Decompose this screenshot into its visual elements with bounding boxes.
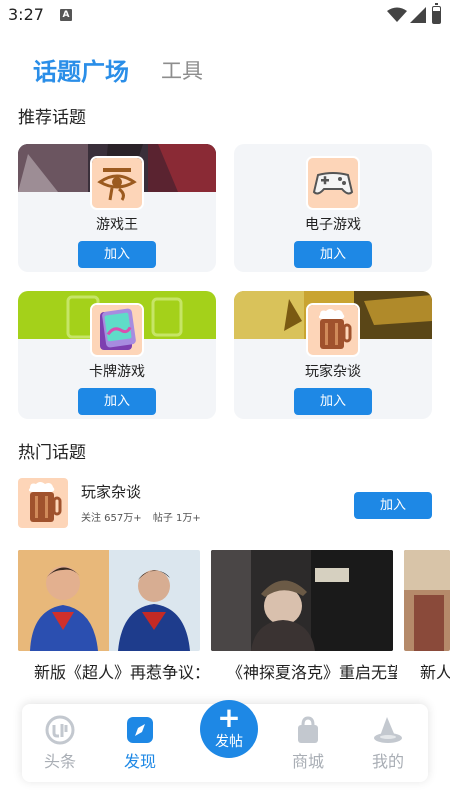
card-deck-icon (90, 303, 144, 357)
tab-tools[interactable]: 工具 (161, 55, 203, 85)
post-title: 新版《超人》再惹争议：导演承认讲的是移 (34, 663, 204, 682)
recommended-section-title: 推荐话题 (18, 108, 86, 128)
bottom-navigation: 头条 发现 + 发帖 商城 我的 (22, 700, 428, 782)
topic-card-player-chat[interactable]: 玩家杂谈 加入 (234, 291, 432, 419)
join-button[interactable]: 加入 (294, 241, 372, 268)
nav-label: 发现 (123, 752, 156, 771)
topic-card-name: 卡牌游戏 (89, 364, 145, 380)
plus-icon: + (217, 701, 241, 734)
nav-label: 商城 (291, 752, 324, 771)
join-button[interactable]: 加入 (354, 492, 432, 519)
join-button[interactable]: 加入 (78, 241, 156, 268)
nav-shop[interactable]: 商城 (278, 704, 338, 782)
gamepad-icon (306, 156, 360, 210)
signal-icon (410, 7, 426, 23)
nav-headlines[interactable]: 头条 (30, 704, 90, 782)
eye-of-horus-icon (90, 156, 144, 210)
tab-topic-square[interactable]: 话题广场 (33, 52, 129, 87)
hot-topic-stats: 关注 657万+ 帖子 1万+ (81, 509, 209, 524)
topic-card-video-games[interactable]: 电子游戏 加入 (234, 144, 432, 272)
nav-label: 我的 (371, 752, 404, 771)
post-card[interactable]: 《神探夏洛克》重启无望？主创直言“何必炒 (211, 550, 397, 690)
beer-mug-icon (306, 303, 360, 357)
create-post-button[interactable]: + 发帖 (200, 700, 258, 758)
post-thumbnail (211, 550, 393, 651)
status-bar: 3:27 A (0, 0, 450, 32)
wifi-icon (387, 7, 407, 22)
status-time: 3:27 (8, 5, 44, 24)
post-card[interactable]: 新版《超人》再惹争议：导演承认讲的是移 (18, 550, 204, 690)
beer-mug-icon (18, 478, 68, 528)
topic-card-name: 电子游戏 (305, 217, 361, 233)
hot-topic-row[interactable]: 玩家杂谈 关注 657万+ 帖子 1万+ 加入 (18, 478, 432, 530)
join-button[interactable]: 加入 (294, 388, 372, 415)
notification-icon: A (60, 9, 72, 21)
hot-topic-name: 玩家杂谈 (81, 483, 142, 501)
shopping-bag-icon (298, 716, 318, 743)
topic-card-yugioh[interactable]: 游戏王 加入 (18, 144, 216, 272)
headline-logo-icon (45, 715, 75, 745)
nav-profile[interactable]: 我的 (358, 704, 418, 782)
hot-section-title: 热门话题 (18, 443, 86, 463)
topic-card-name: 玩家杂谈 (305, 364, 361, 380)
post-thumbnail (18, 550, 200, 651)
create-post-label: 发帖 (215, 734, 243, 750)
nav-label: 头条 (43, 752, 76, 771)
join-button[interactable]: 加入 (78, 388, 156, 415)
post-card[interactable]: 新人 (404, 550, 450, 690)
followers-count: 关注 657万+ (81, 513, 142, 524)
compass-icon (127, 717, 153, 743)
post-title: 《神探夏洛克》重启无望？主创直言“何必炒 (227, 663, 397, 682)
post-title: 新人 (420, 663, 450, 682)
post-thumbnail (404, 550, 450, 651)
wizard-hat-icon (374, 717, 402, 743)
nav-discover[interactable]: 发现 (110, 704, 170, 782)
topic-card-name: 游戏王 (96, 217, 138, 233)
battery-icon (432, 3, 441, 24)
topic-card-card-games[interactable]: 卡牌游戏 加入 (18, 291, 216, 419)
posts-count: 帖子 1万+ (152, 513, 201, 524)
